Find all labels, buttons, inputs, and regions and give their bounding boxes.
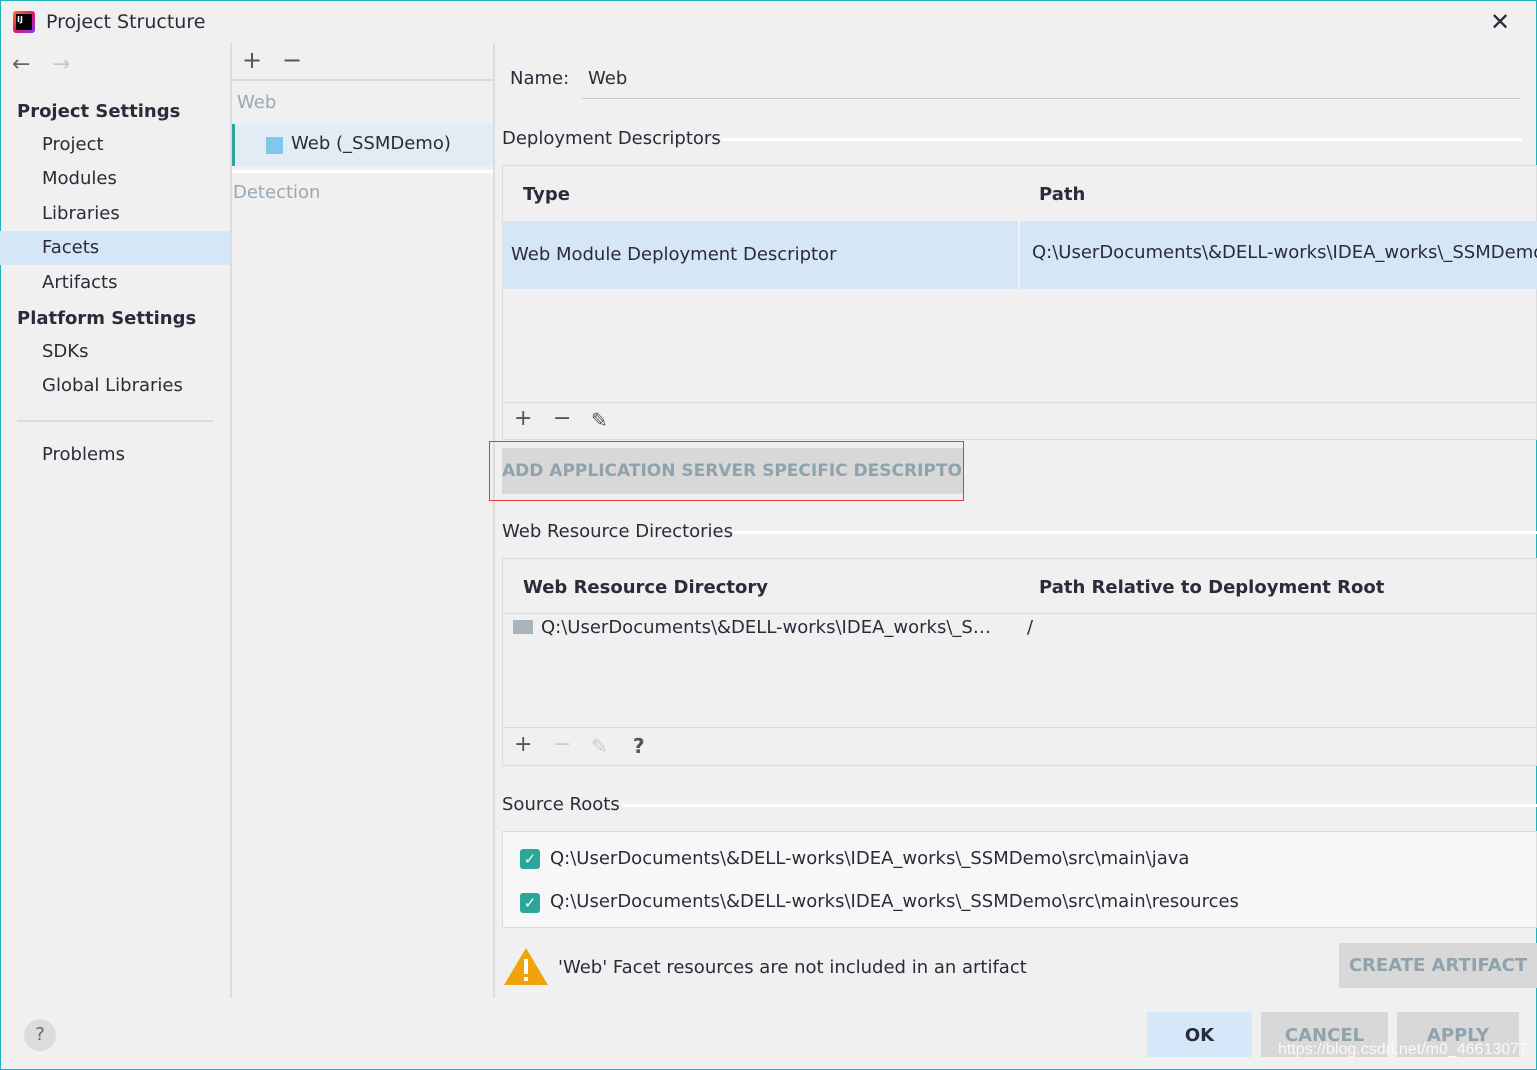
descriptor-type: Web Module Deployment Descriptor [511, 244, 837, 265]
column-header-web-resource-directory[interactable]: Web Resource Directory [523, 577, 768, 598]
divider [232, 170, 493, 173]
checkbox-checked[interactable]: ✓ [520, 849, 540, 869]
back-arrow-icon[interactable]: ← [12, 52, 30, 77]
table-row[interactable]: Q:\UserDocuments\&DELL-works\IDEA_works\… [503, 615, 1537, 645]
help-icon[interactable]: ? [633, 734, 645, 758]
column-header-type[interactable]: Type [523, 184, 570, 205]
name-input[interactable]: Web [582, 64, 1520, 99]
ok-button[interactable]: OK [1147, 1012, 1252, 1057]
edit-pencil-icon: ✎ [591, 734, 608, 758]
name-label: Name: [510, 68, 570, 89]
add-icon[interactable]: + [242, 46, 262, 74]
add-server-descriptor-button[interactable]: ADD APPLICATION SERVER SPECIFIC DESCRIPT… [502, 448, 963, 494]
divider [733, 531, 1537, 534]
sidebar-item-artifacts[interactable]: Artifacts [0, 266, 230, 300]
close-icon[interactable]: ✕ [1490, 8, 1510, 36]
sidebar-item-sdks[interactable]: SDKs [0, 335, 230, 369]
facet-group-web: Web [237, 92, 277, 113]
warning-message: 'Web' Facet resources are not included i… [558, 957, 1027, 978]
divider [493, 43, 495, 998]
deployment-descriptors-heading: Deployment Descriptors [502, 128, 721, 149]
watermark: https://blog.csdn.net/m0_46613077 [1278, 1041, 1528, 1058]
source-root-path: Q:\UserDocuments\&DELL-works\IDEA_works\… [550, 848, 1190, 869]
remove-icon[interactable]: − [553, 406, 571, 431]
source-roots-heading: Source Roots [502, 794, 620, 815]
sidebar-item-libraries[interactable]: Libraries [0, 197, 230, 231]
edit-pencil-icon[interactable]: ✎ [591, 408, 608, 432]
web-facet-icon [266, 137, 283, 154]
web-resources-table: Web Resource Directory Path Relative to … [502, 558, 1537, 766]
remove-icon: − [553, 732, 572, 757]
warning-icon [504, 948, 548, 985]
divider [503, 727, 1537, 728]
deployment-descriptors-table: Type Path Web Module Deployment Descript… [502, 165, 1537, 440]
checkbox-checked[interactable]: ✓ [520, 893, 540, 913]
forward-arrow-icon[interactable]: → [52, 52, 70, 77]
relative-path: / [1027, 617, 1034, 638]
help-button[interactable]: ? [24, 1019, 56, 1051]
column-header-path[interactable]: Path [1039, 184, 1085, 205]
divider [17, 420, 213, 422]
source-root-path: Q:\UserDocuments\&DELL-works\IDEA_works\… [550, 891, 1239, 912]
sidebar-item-problems[interactable]: Problems [0, 438, 230, 472]
window-title: Project Structure [46, 11, 206, 33]
divider [503, 402, 1537, 403]
resource-directory: Q:\UserDocuments\&DELL-works\IDEA_works\… [541, 617, 1001, 638]
source-roots-list: ✓ Q:\UserDocuments\&DELL-works\IDEA_work… [502, 831, 1537, 928]
sidebar-item-global-libraries[interactable]: Global Libraries [0, 369, 230, 403]
column-header-relative-path[interactable]: Path Relative to Deployment Root [1039, 577, 1384, 598]
folder-icon [513, 620, 533, 634]
divider [503, 613, 1537, 614]
sidebar-item-facets[interactable]: Facets [0, 231, 230, 265]
table-row[interactable]: Web Module Deployment Descriptor Q:\User… [503, 221, 1537, 289]
descriptor-path: Q:\UserDocuments\&DELL-works\IDEA_works\… [1032, 242, 1537, 263]
create-artifact-button[interactable]: CREATE ARTIFACT [1339, 943, 1537, 988]
divider [232, 79, 493, 81]
divider [622, 804, 1537, 807]
divider [230, 43, 232, 998]
sidebar-item-project[interactable]: Project [0, 128, 230, 162]
remove-icon[interactable]: − [282, 46, 302, 74]
divider [722, 138, 1522, 141]
facet-item-web[interactable]: Web (_SSMDemo) [232, 124, 493, 166]
intellij-logo-icon: IJ [13, 11, 35, 33]
add-icon[interactable]: + [514, 406, 532, 431]
web-resource-directories-heading: Web Resource Directories [502, 521, 733, 542]
project-settings-heading: Project Settings [17, 101, 181, 122]
add-icon[interactable]: + [514, 732, 532, 757]
platform-settings-heading: Platform Settings [17, 308, 197, 329]
detection-label[interactable]: Detection [233, 182, 320, 203]
sidebar-item-modules[interactable]: Modules [0, 162, 230, 196]
facet-item-label: Web (_SSMDemo) [291, 133, 451, 154]
